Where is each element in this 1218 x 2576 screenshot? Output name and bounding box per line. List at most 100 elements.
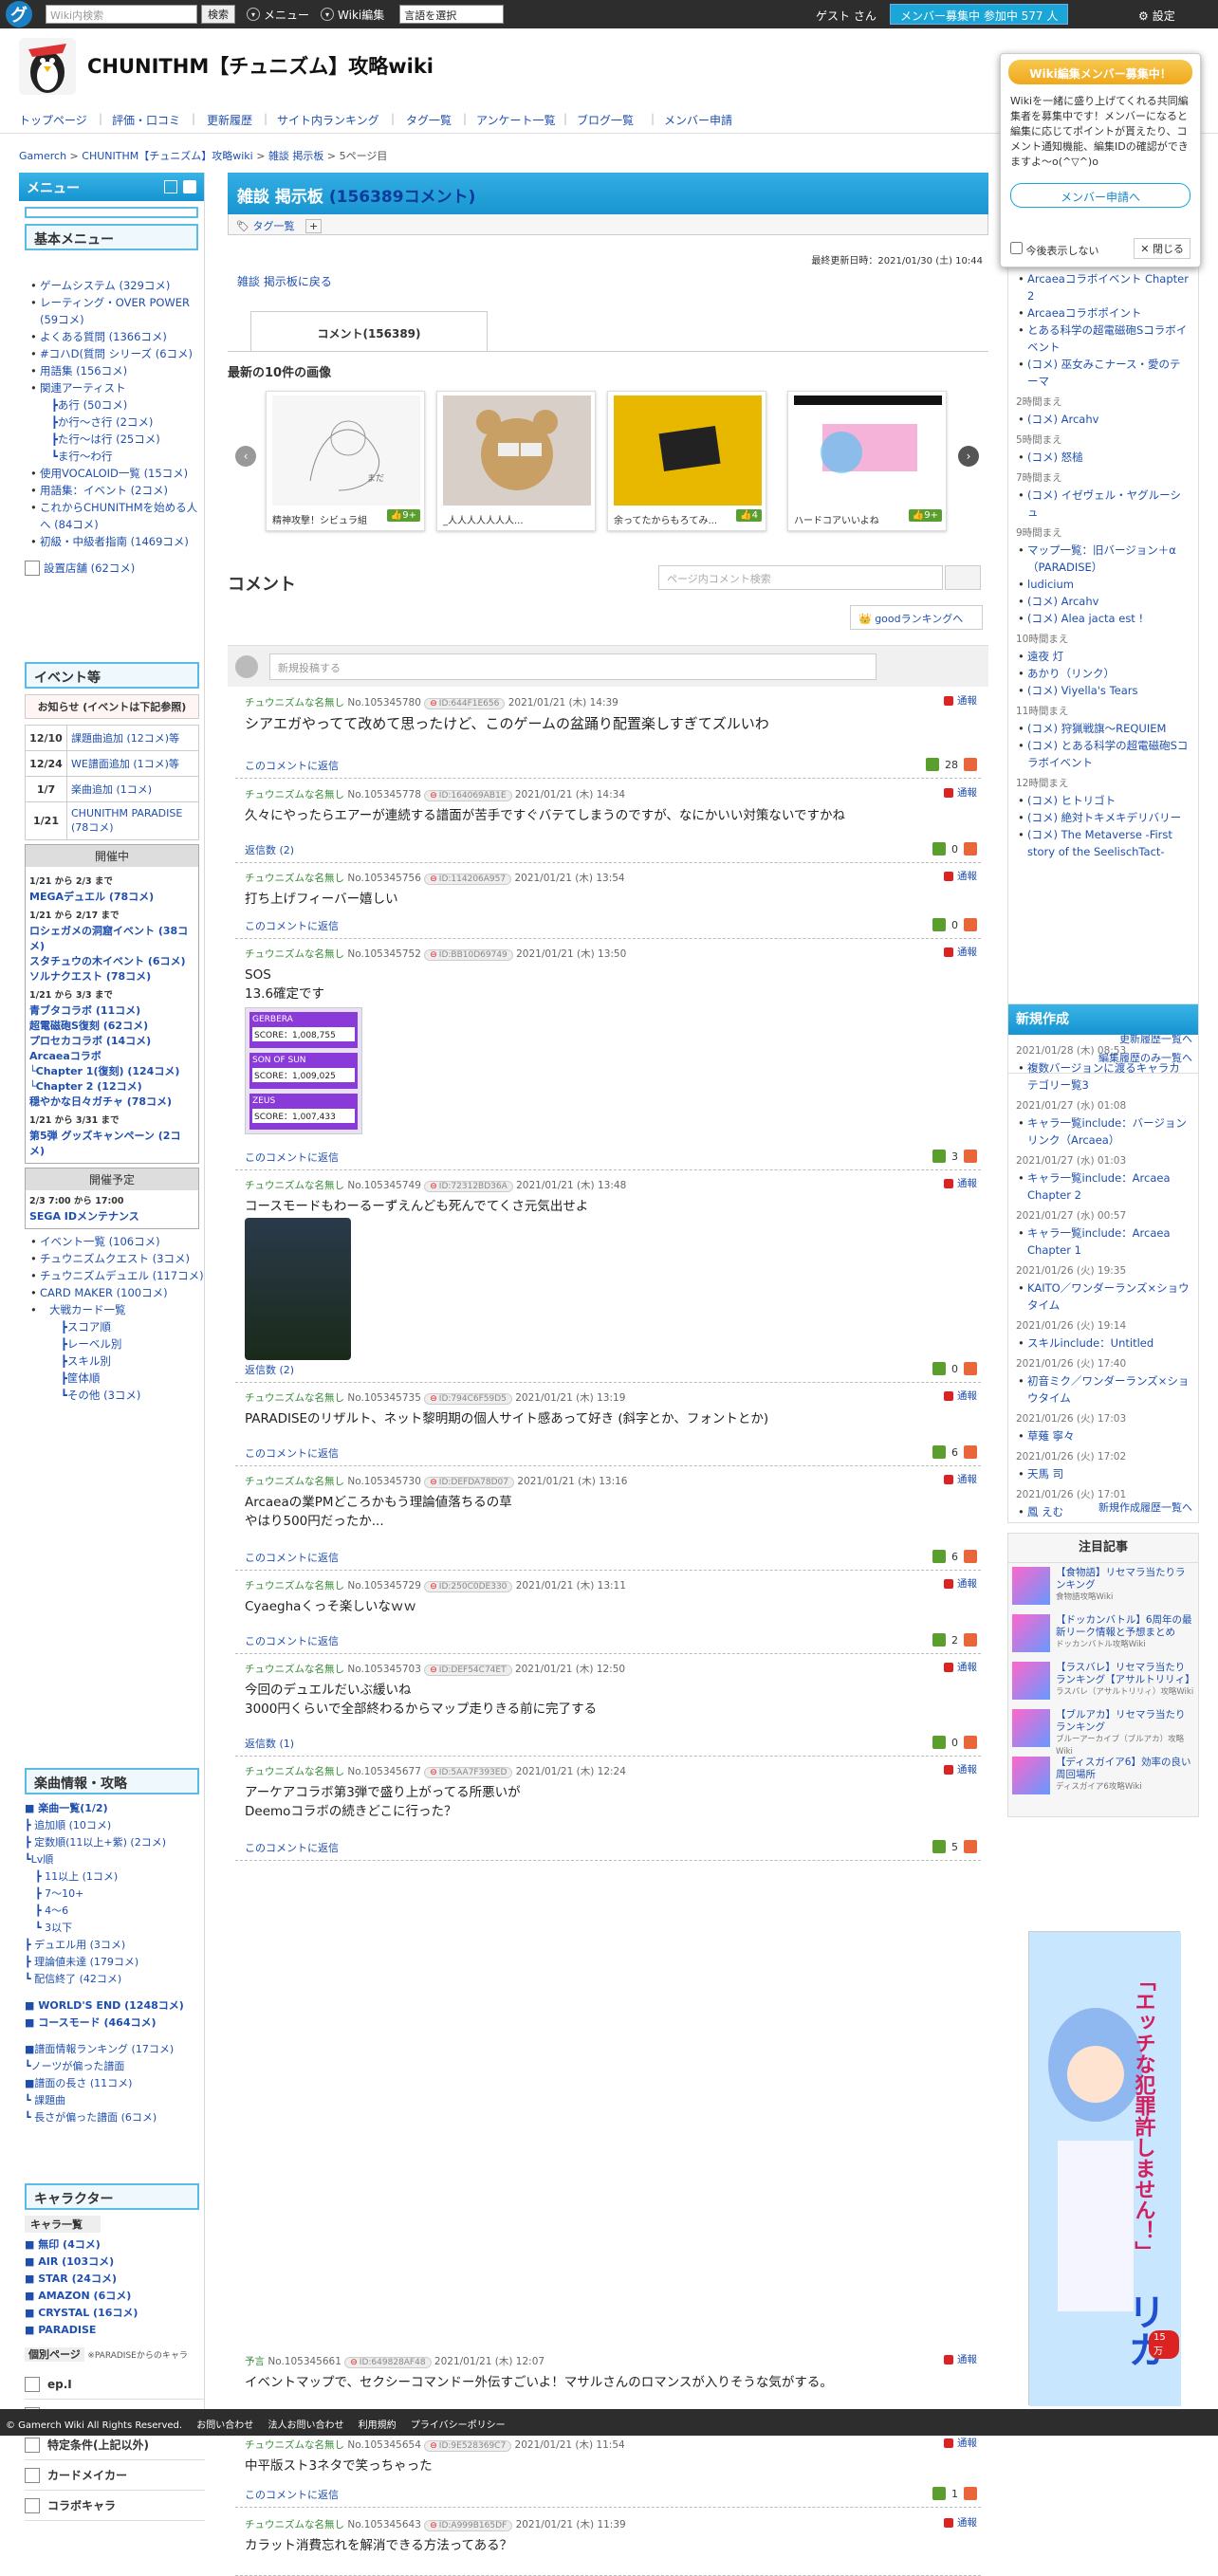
sidebar-item[interactable]: ■ WORLD'S END (1248コメ): [25, 1997, 205, 2015]
member-recruit-button[interactable]: メンバー募集中 参加中 577 人: [890, 4, 1069, 25]
event-link[interactable]: └Chapter 2 (12コメ): [29, 1079, 194, 1095]
reply-link[interactable]: このコメントに返信: [245, 1633, 339, 1648]
thumbs-up-icon[interactable]: [932, 1736, 946, 1749]
recent-item[interactable]: (コメ) 絶対トキメキデリバリー: [1016, 809, 1190, 826]
nav-surveys[interactable]: アンケート一覧: [476, 112, 556, 128]
chat-icon[interactable]: [183, 180, 196, 193]
carousel-prev-icon[interactable]: ‹: [235, 446, 256, 467]
event-link[interactable]: SEGA IDメンテナンス: [29, 1209, 194, 1224]
notice-link[interactable]: 楽曲追加 (1コメ): [66, 776, 199, 802]
image-card[interactable]: ハードコアいいよね 👍9+: [787, 391, 947, 531]
sidebar-item[interactable]: ┗ 3以下: [25, 1920, 205, 1937]
event-link[interactable]: 青ブタコラボ (11コメ): [29, 1003, 194, 1019]
sidebar-item[interactable]: ■ AMAZON (6コメ): [25, 2288, 205, 2305]
sidebar-item[interactable]: ┣ 7～10+: [25, 1886, 205, 1903]
event-link[interactable]: 超電磁砲S復刻 (62コメ): [29, 1019, 194, 1034]
sidebar-item[interactable]: CARD MAKER (100コメ): [28, 1284, 205, 1301]
new-page-item[interactable]: 天馬 司: [1016, 1465, 1190, 1482]
report-link[interactable]: 通報: [944, 785, 977, 800]
report-link[interactable]: 通報: [944, 2436, 977, 2450]
comment-id[interactable]: ID:114206A957: [424, 874, 512, 885]
event-link[interactable]: プロセカコラボ (14コメ): [29, 1034, 194, 1049]
notice-link[interactable]: 課題曲追加 (12コメ)等: [66, 725, 199, 751]
sidebar-item[interactable]: これからCHUNITHMを始める人へ (84コメ): [28, 499, 205, 533]
sidebar-item[interactable]: ┣あ行 (50コメ): [28, 396, 205, 414]
sidebar-item[interactable]: ┣か行～さ行 (2コメ): [28, 414, 205, 431]
sidebar-item[interactable]: ┣スコア順: [28, 1318, 205, 1335]
recent-item[interactable]: (コメ) Viyella's Tears: [1016, 682, 1190, 699]
reply-link[interactable]: 返信数 (2): [245, 1362, 294, 1377]
breadcrumb-board[interactable]: 雑談 掲示板: [268, 150, 324, 162]
sidebar-item[interactable]: レーティング・OVER POWER (59コメ): [28, 294, 205, 328]
comment-id[interactable]: ID:164069AB1E: [424, 790, 512, 801]
image-card[interactable]: _人人人人人人人...: [436, 391, 596, 531]
sidebar-item[interactable]: ┗ 長さが偏った譜面 (6コメ): [25, 2109, 205, 2126]
thumbs-down-icon[interactable]: [964, 1150, 977, 1163]
sidebar-item[interactable]: ┗Lv順: [25, 1851, 205, 1868]
thumbs-down-icon[interactable]: [964, 842, 977, 856]
carousel-next-icon[interactable]: ›: [958, 446, 979, 467]
new-page-item[interactable]: KAITO／ワンダーランズ×ショウタイム: [1016, 1279, 1190, 1314]
reply-link[interactable]: このコメントに返信: [245, 918, 339, 933]
new-page-item[interactable]: スキルinclude：Untitled: [1016, 1334, 1190, 1352]
thumbs-down-icon[interactable]: [964, 1633, 977, 1647]
window-icon[interactable]: [164, 180, 177, 193]
recent-item[interactable]: とある科学の超電磁砲Sコラボイベント: [1016, 322, 1190, 356]
recent-item[interactable]: (コメ) とある科学の超電磁砲Sコラボイベント: [1016, 737, 1190, 771]
recent-item[interactable]: (コメ) Alea jacta est !: [1016, 610, 1190, 627]
sidebar-item[interactable]: 用語集 (156コメ): [28, 362, 205, 379]
comment-number[interactable]: No.105345729: [347, 1580, 421, 1592]
sidebar-item[interactable]: ┗ 配信終了 (42コメ): [25, 1971, 205, 1988]
event-link[interactable]: 穏やかな日々ガチャ (78コメ): [29, 1095, 194, 1110]
new-page-item[interactable]: 初音ミク／ワンダーランズ×ショウタイム: [1016, 1372, 1190, 1407]
comment-id[interactable]: ID:794C6F59D5: [424, 1393, 512, 1405]
sidebar-item[interactable]: ┣ 4～6: [25, 1903, 205, 1920]
sidebar-item[interactable]: ┗ま行～わ行: [28, 448, 205, 465]
recent-item[interactable]: (コメ) 狩猟戦旗～REQUIEM: [1016, 720, 1190, 737]
footer-contact-link[interactable]: お問い合わせ: [196, 2420, 253, 2431]
report-link[interactable]: 通報: [944, 693, 977, 708]
comment-number[interactable]: No.105345752: [347, 948, 421, 960]
sidebar-item[interactable]: 大戦カード一覧: [28, 1301, 205, 1318]
sidebar-item[interactable]: コラボキャラ: [25, 2491, 205, 2521]
new-post-input[interactable]: 新規投稿する: [269, 653, 877, 680]
new-page-item[interactable]: 複数バージョンに渡るキャラカテゴリー覧3: [1016, 1059, 1190, 1094]
thumbs-up-icon[interactable]: [926, 758, 939, 771]
report-link[interactable]: 通報: [944, 2515, 977, 2530]
featured-item[interactable]: 【食物語】リセマラ当たりランキング 食物語攻略Wiki: [1008, 1563, 1198, 1610]
sidebar-item[interactable]: ┗ノーツが偏った譜面: [25, 2058, 205, 2075]
sidebar-item[interactable]: 初級・中級者指南 (1469コメ): [28, 533, 205, 550]
comment-number[interactable]: No.105345756: [347, 873, 421, 884]
sidebar-item[interactable]: 関連アーティスト: [28, 379, 205, 396]
sidebar-item[interactable]: ┣レーベル別: [28, 1335, 205, 1352]
sidebar-item[interactable]: ┣ 理論値未達 (179コメ): [25, 1954, 205, 1971]
tag-list-link[interactable]: タグ一覧: [252, 220, 294, 232]
recent-item[interactable]: (コメ) イゼヴェル・ヤグルーシュ: [1016, 487, 1190, 521]
reply-link[interactable]: このコメントに返信: [245, 2487, 339, 2502]
report-link[interactable]: 通報: [944, 869, 977, 883]
sidebar-item[interactable]: イベント一覧 (106コメ): [28, 1233, 205, 1250]
event-link[interactable]: スタチュウの木イベント (6コメ): [29, 954, 194, 969]
featured-title-link[interactable]: 【ラスバレ】リセマラ当たりランキング【アサルトリリィ】: [1056, 1662, 1195, 1686]
comment-search-input[interactable]: ページ内コメント検索: [658, 565, 943, 590]
comment-id[interactable]: ID:BB10D69749: [424, 949, 513, 961]
event-link[interactable]: MEGAデュエル (78コメ): [29, 890, 194, 905]
gamerch-logo-icon[interactable]: グ: [6, 1, 32, 28]
store-link[interactable]: 設置店舗 (62コメ): [25, 560, 199, 577]
comment-number[interactable]: No.105345661: [268, 2356, 341, 2367]
comment-id[interactable]: ID:644F1E656: [424, 698, 506, 709]
sidebar-item[interactable]: ┣ 定数順(11以上+紫) (2コメ): [25, 1834, 205, 1851]
comment-id[interactable]: ID:5AA7F393ED: [424, 1767, 513, 1778]
featured-item[interactable]: 【ディスガイア6】効率の良い周回場所 ディスガイア6攻略Wiki: [1008, 1753, 1198, 1800]
recent-item[interactable]: (コメ) The Metaverse -First story of the S…: [1016, 826, 1190, 860]
new-page-item[interactable]: キャラ一覧include：Arcaea Chapter 1: [1016, 1224, 1190, 1259]
add-tag-button[interactable]: +: [304, 219, 323, 233]
score-image[interactable]: GERBERA SCORE：1,008,755 SON OF SUN SCORE：1,…: [245, 1007, 362, 1134]
new-page-item[interactable]: キャラ一覧include：Arcaea Chapter 2: [1016, 1169, 1190, 1204]
recent-item[interactable]: あかり（リンク）: [1016, 665, 1190, 682]
reply-link[interactable]: このコメントに返信: [245, 1840, 339, 1855]
thumbs-up-icon[interactable]: [932, 842, 946, 856]
event-link[interactable]: ソルナクエスト (78コメ): [29, 969, 194, 984]
comment-number[interactable]: No.105345730: [347, 1476, 421, 1487]
language-select[interactable]: 言語を選択: [399, 5, 505, 24]
